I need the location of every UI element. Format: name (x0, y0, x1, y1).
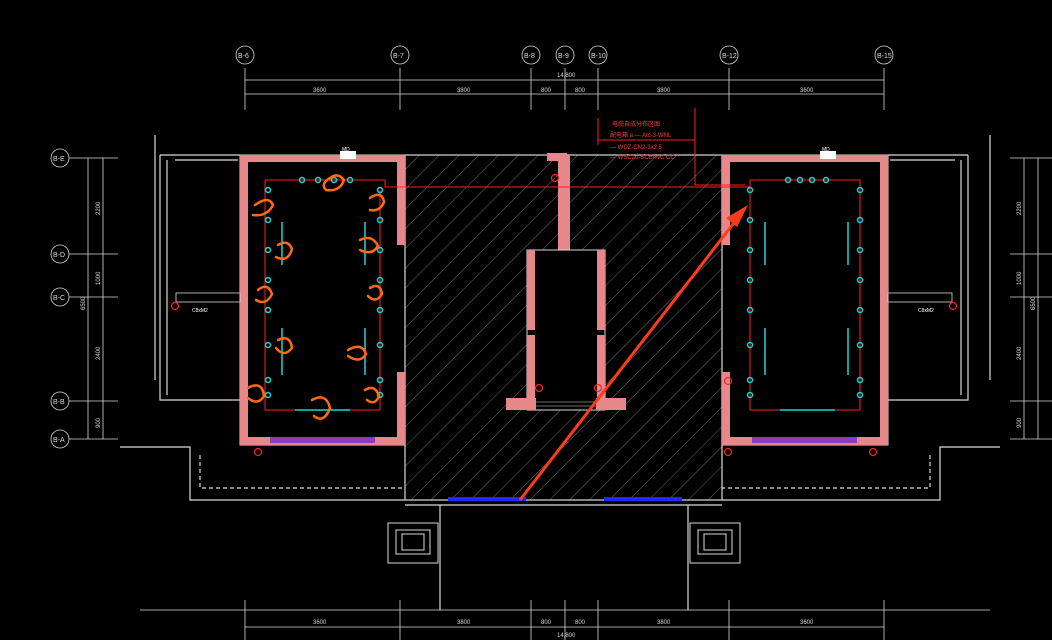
axis-label: B-12 (722, 53, 737, 60)
axis-label: B-9 (558, 53, 569, 60)
cad-drawing-canvas[interactable]: B-6 B-7 B-8 B-9 B-10 B-12 B-15 14,800 36… (0, 0, 1052, 640)
bottom-dim: 3600 (313, 620, 327, 626)
left-dim: 1000 (96, 271, 102, 285)
axis-label: B-6 (238, 53, 249, 60)
top-dim: 800 (541, 88, 552, 94)
panel-label-right: MD (822, 147, 830, 153)
top-dim: 3800 (657, 88, 671, 94)
side-label-right: C8xM2 (918, 308, 934, 314)
bottom-dim: 800 (575, 620, 586, 626)
left-dim: 6500 (81, 296, 87, 310)
note-line: — WSC20-SCE/WC CC (610, 155, 675, 161)
blue-window-right (604, 497, 682, 501)
axis-label: B-E (53, 156, 65, 163)
right-dim: 2200 (1017, 201, 1023, 215)
bottom-dim: 3800 (457, 620, 471, 626)
note-line: — WDZ-CN2-3x2.5 (610, 145, 663, 151)
right-dim: 2400 (1017, 346, 1023, 360)
left-dim: 2200 (96, 201, 102, 215)
left-dim: 2400 (96, 346, 102, 360)
axis-label: B-B (53, 399, 65, 406)
side-label-left: C8xM2 (192, 308, 208, 314)
right-dim: 1000 (1017, 271, 1023, 285)
bottom-dim: 3800 (657, 620, 671, 626)
left-dim: 900 (96, 417, 102, 428)
axis-label: B-7 (393, 53, 404, 60)
panel-label-left: MD (342, 147, 350, 153)
bottom-total-dimension: 14,800 (557, 633, 576, 639)
axis-label: B-A (53, 437, 65, 444)
top-dim: 3600 (800, 88, 814, 94)
note-title: 电缆自成分布区图 (612, 120, 660, 128)
top-dim: 800 (575, 88, 586, 94)
axis-label: B-8 (524, 53, 535, 60)
bottom-dimension-labels: 3600 3800 800 800 3800 3600 14,800 (313, 620, 814, 639)
blue-window-left (448, 497, 526, 501)
fixtures-left (264, 176, 384, 411)
note-line: 配电箱 a — Atc-3-WNL (610, 131, 672, 139)
equipment-boxes (387, 522, 741, 564)
axis-label: B-10 (591, 53, 606, 60)
right-dim: 6500 (1031, 296, 1037, 310)
axis-label: B-D (53, 252, 65, 259)
top-dim: 3800 (457, 88, 471, 94)
right-dim: 900 (1017, 417, 1023, 428)
bottom-dim: 3600 (800, 620, 814, 626)
top-total-dimension: 14,800 (557, 73, 576, 79)
right-axis-labels: 2200 1000 6500 2400 900 (1017, 201, 1037, 428)
fixtures-right (746, 176, 864, 411)
bottom-dim: 800 (541, 620, 552, 626)
axis-label: B-C (53, 295, 65, 302)
axis-label: B-15 (877, 53, 892, 60)
top-dim: 3600 (313, 88, 327, 94)
right-room (721, 151, 953, 446)
